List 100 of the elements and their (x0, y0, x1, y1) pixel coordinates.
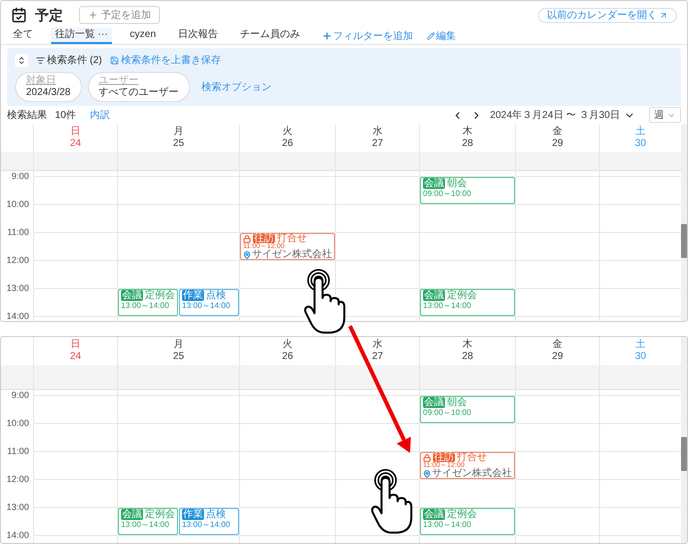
category-tag: 会議 (121, 290, 143, 301)
event-time: 13:00～14:00 (182, 520, 232, 529)
save-icon (110, 56, 119, 64)
event-time: 13:00～14:00 (121, 301, 170, 310)
event-card[interactable]: 会議 定例会 13:00～14:00 (118, 289, 178, 316)
weekday-label: 月 (174, 339, 184, 351)
category-tag: 会議 (423, 397, 445, 408)
weekday-label: 木 (462, 339, 472, 351)
all-day-cell[interactable] (335, 152, 419, 170)
event-title: 打合せ (277, 234, 307, 243)
results-label: 検索結果 (7, 108, 47, 122)
filter-tab[interactable]: 全て (9, 28, 37, 44)
old-calendar-link[interactable]: 以前のカレンダーを開く (538, 8, 677, 22)
date-range-dropdown[interactable]: 2024年３月24日 〜 ３月30日 (490, 108, 635, 122)
lock-icon (243, 234, 251, 242)
breakdown-link[interactable]: 内訳 (90, 108, 110, 122)
all-day-cell[interactable] (419, 365, 515, 389)
event-title: 打合せ (457, 453, 487, 462)
date-label: 24 (70, 138, 82, 150)
date-label: 28 (462, 351, 474, 363)
event-card[interactable]: 会議 朝会 09:00～10:00 (420, 177, 515, 204)
search-conditions-label: 検索条件 (2) (47, 54, 102, 68)
event-time: 13:00～14:00 (182, 301, 232, 310)
filter-tab[interactable]: 日次報告 (174, 28, 222, 44)
plus-icon (322, 31, 332, 41)
event-time: 13:00～14:00 (423, 520, 472, 529)
weekday-label: 日 (70, 339, 80, 351)
weekday-label: 金 (552, 339, 562, 351)
all-day-cell[interactable] (239, 365, 335, 389)
filter-tab[interactable]: 往訪一覧 ··· (51, 28, 112, 44)
pencil-icon (426, 32, 435, 40)
event-title: 定例会 (145, 509, 175, 520)
weekday-label: 月 (174, 126, 184, 138)
event-card[interactable]: 会議 定例会 13:00～14:00 (420, 508, 515, 535)
category-tag: 往訪 (253, 234, 275, 243)
weekday-label: 金 (552, 126, 562, 138)
collapse-button[interactable] (15, 54, 28, 66)
time-label: 11:00 (6, 446, 30, 456)
weekday-label: 水 (372, 339, 382, 351)
date-label: 25 (172, 138, 184, 150)
all-day-cell[interactable] (117, 365, 239, 389)
time-label: 9:00 (10, 390, 30, 400)
category-tag: 作業 (182, 509, 204, 520)
filter-tab[interactable]: チーム員のみ (236, 28, 304, 44)
sort-icon (17, 56, 26, 64)
weekday-label: 火 (282, 339, 292, 351)
category-tag: 作業 (182, 290, 204, 301)
date-label: 25 (172, 351, 184, 363)
filter-chip[interactable]: ユーザー すべてのユーザー (88, 72, 190, 102)
event-card[interactable]: 作業 点検 13:00～14:00 (179, 508, 239, 535)
date-label: 30 (634, 351, 646, 363)
filter-tab[interactable]: cyzen (126, 28, 160, 44)
all-day-cell[interactable] (515, 152, 599, 170)
date-label: 27 (372, 138, 384, 150)
event-card[interactable]: 作業 点検 13:00～14:00 (179, 289, 239, 316)
time-label: 13:00 (5, 502, 30, 512)
date-label: 26 (282, 351, 294, 363)
edit-link[interactable]: 編集 (426, 28, 456, 44)
scrollbar[interactable] (681, 124, 687, 321)
all-day-cell[interactable] (33, 365, 117, 389)
event-title: 点検 (206, 509, 226, 520)
all-day-cell[interactable] (515, 365, 599, 389)
event-title: 定例会 (447, 290, 477, 301)
pin-icon (243, 250, 251, 258)
category-tag: 往訪 (433, 453, 455, 462)
time-label: 10:00 (5, 199, 30, 209)
weekday-label: 火 (282, 126, 292, 138)
time-label: 11:00 (6, 227, 30, 237)
event-time: 13:00～14:00 (423, 301, 472, 310)
all-day-cell[interactable] (335, 365, 419, 389)
time-label: 14:00 (5, 530, 30, 540)
time-label: 14:00 (5, 311, 30, 321)
results-count: 10件 (55, 108, 76, 122)
all-day-cell[interactable] (239, 152, 335, 170)
event-card[interactable]: 会議 定例会 13:00～14:00 (118, 508, 178, 535)
date-label: 24 (70, 351, 82, 363)
scrollbar[interactable] (681, 337, 687, 543)
date-label: 27 (372, 351, 384, 363)
event-title: 定例会 (447, 509, 477, 520)
add-event-button[interactable]: 予定を追加 (79, 6, 160, 24)
time-label: 13:00 (5, 283, 30, 293)
all-day-cell[interactable] (33, 152, 117, 170)
filter-chip[interactable]: 対象日 2024/3/28 (15, 72, 82, 102)
time-label: 12:00 (5, 474, 30, 484)
lock-icon (423, 454, 431, 462)
all-day-cell[interactable] (599, 365, 681, 389)
date-label: 29 (552, 138, 564, 150)
date-label: 26 (282, 138, 294, 150)
event-card[interactable]: 会議 定例会 13:00～14:00 (420, 289, 515, 316)
view-select[interactable]: 週 (649, 107, 681, 123)
time-label: 12:00 (5, 255, 30, 265)
event-time: 09:00～10:00 (423, 408, 472, 417)
category-tag: 会議 (423, 509, 445, 520)
add-filter-link[interactable]: フィルターを追加 (322, 28, 413, 44)
all-day-cell[interactable] (117, 152, 239, 170)
search-options-link[interactable]: 検索オプション (202, 80, 272, 94)
date-label: 28 (462, 138, 474, 150)
all-day-cell[interactable] (599, 152, 681, 170)
event-card[interactable]: 会議 朝会 09:00～10:00 (420, 396, 515, 423)
all-day-cell[interactable] (419, 152, 515, 170)
